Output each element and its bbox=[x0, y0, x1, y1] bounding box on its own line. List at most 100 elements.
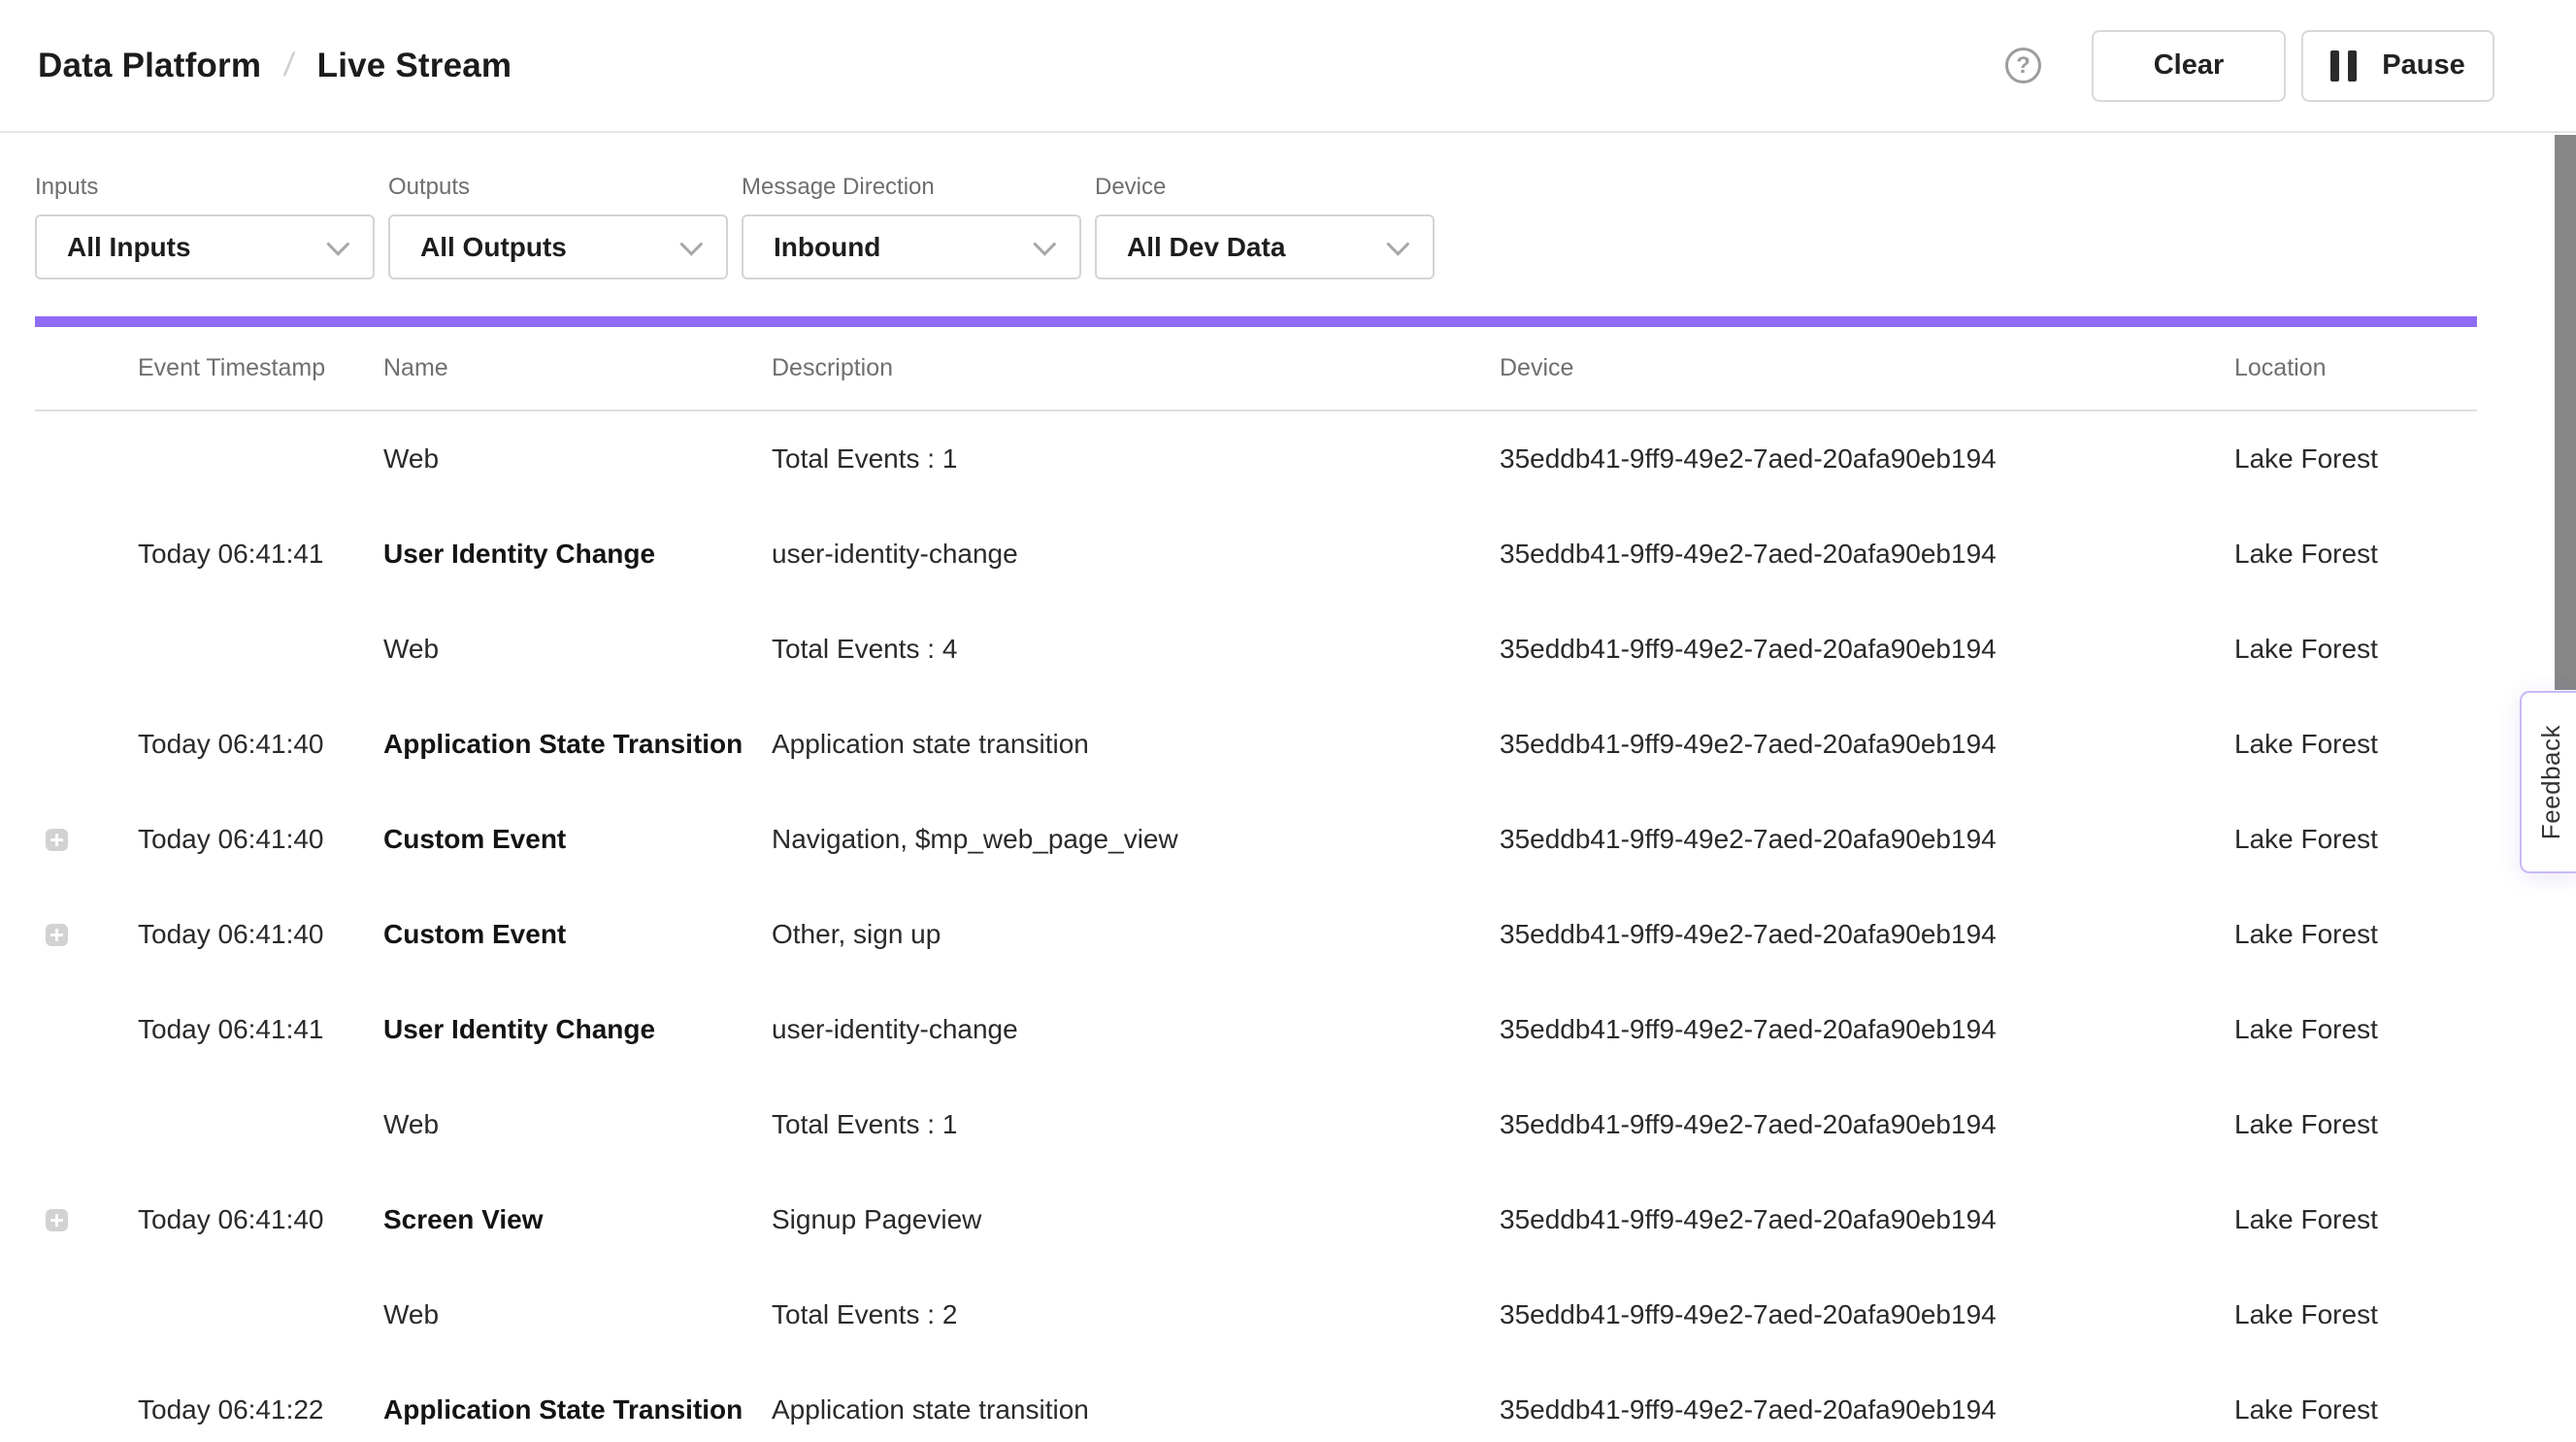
filter-inputs-label: Inputs bbox=[35, 174, 375, 201]
event-description: Application state transition bbox=[772, 1394, 1500, 1426]
event-location: Lake Forest bbox=[2234, 1394, 2477, 1426]
help-icon[interactable]: ? bbox=[2005, 48, 2041, 83]
event-name: Web bbox=[383, 443, 772, 475]
event-timestamp: Today 06:41:40 bbox=[138, 729, 383, 760]
event-device: 35eddb41-9ff9-49e2-7aed-20afa90eb194 bbox=[1500, 1014, 2234, 1045]
event-description: user-identity-change bbox=[772, 539, 1500, 570]
message-direction-select-value: Inbound bbox=[774, 232, 880, 263]
event-location: Lake Forest bbox=[2234, 824, 2477, 855]
expand-plus-icon[interactable] bbox=[46, 924, 68, 946]
feedback-tab-label: Feedback bbox=[2536, 725, 2566, 839]
message-direction-select[interactable]: Inbound bbox=[742, 214, 1081, 279]
topbar-actions: ? Clear Pause bbox=[2005, 30, 2494, 102]
table-row[interactable]: Web Total Events : 1 35eddb41-9ff9-49e2-… bbox=[35, 411, 2477, 507]
event-device: 35eddb41-9ff9-49e2-7aed-20afa90eb194 bbox=[1500, 824, 2234, 855]
event-location: Lake Forest bbox=[2234, 1109, 2477, 1140]
table-row[interactable]: Web Total Events : 1 35eddb41-9ff9-49e2-… bbox=[35, 1077, 2477, 1172]
table-header-row: Event Timestamp Name Description Device … bbox=[35, 327, 2477, 411]
event-timestamp: Today 06:41:40 bbox=[138, 824, 383, 855]
event-location: Lake Forest bbox=[2234, 634, 2477, 665]
clear-button[interactable]: Clear bbox=[2092, 30, 2286, 102]
table-row[interactable]: Web Total Events : 4 35eddb41-9ff9-49e2-… bbox=[35, 602, 2477, 697]
filter-outputs-label: Outputs bbox=[388, 174, 728, 201]
table-row[interactable]: Today 06:41:40 Screen View Signup Pagevi… bbox=[35, 1172, 2477, 1267]
chevron-down-icon bbox=[1386, 233, 1409, 256]
event-timestamp: Today 06:41:41 bbox=[138, 1014, 383, 1045]
table-row[interactable]: Today 06:41:40 Custom Event Navigation, … bbox=[35, 792, 2477, 887]
pause-icon bbox=[2330, 50, 2357, 82]
pause-button[interactable]: Pause bbox=[2301, 30, 2494, 102]
event-device: 35eddb41-9ff9-49e2-7aed-20afa90eb194 bbox=[1500, 1109, 2234, 1140]
event-description: Navigation, $mp_web_page_view bbox=[772, 824, 1500, 855]
event-device: 35eddb41-9ff9-49e2-7aed-20afa90eb194 bbox=[1500, 1299, 2234, 1330]
page-title: Live Stream bbox=[317, 47, 512, 85]
expand-plus-icon[interactable] bbox=[46, 1209, 68, 1231]
event-name: Web bbox=[383, 1109, 772, 1140]
clear-button-label: Clear bbox=[2154, 49, 2225, 82]
column-header-name: Name bbox=[383, 354, 772, 382]
event-description: Total Events : 4 bbox=[772, 634, 1500, 665]
event-location: Lake Forest bbox=[2234, 443, 2477, 475]
event-timestamp: Today 06:41:22 bbox=[138, 1394, 383, 1426]
table-body: Web Total Events : 1 35eddb41-9ff9-49e2-… bbox=[35, 411, 2477, 1442]
column-header-description: Description bbox=[772, 354, 1500, 382]
event-description: Signup Pageview bbox=[772, 1204, 1500, 1235]
table-row[interactable]: Today 06:41:40 Application State Transit… bbox=[35, 697, 2477, 792]
table-row[interactable]: Web Total Events : 2 35eddb41-9ff9-49e2-… bbox=[35, 1267, 2477, 1362]
filter-device-label: Device bbox=[1095, 174, 1435, 201]
event-name: Custom Event bbox=[383, 824, 772, 855]
pause-button-label: Pause bbox=[2382, 49, 2464, 82]
event-device: 35eddb41-9ff9-49e2-7aed-20afa90eb194 bbox=[1500, 539, 2234, 570]
expand-cell bbox=[35, 924, 138, 946]
event-description: Total Events : 1 bbox=[772, 1109, 1500, 1140]
event-name: User Identity Change bbox=[383, 539, 772, 570]
event-location: Lake Forest bbox=[2234, 1014, 2477, 1045]
event-name: User Identity Change bbox=[383, 1014, 772, 1045]
breadcrumb: Data Platform / Live Stream bbox=[38, 47, 512, 85]
chevron-down-icon bbox=[326, 233, 349, 256]
event-description: Other, sign up bbox=[772, 919, 1500, 950]
feedback-tab[interactable]: Feedback bbox=[2520, 691, 2576, 873]
event-device: 35eddb41-9ff9-49e2-7aed-20afa90eb194 bbox=[1500, 919, 2234, 950]
event-name: Application State Transition bbox=[383, 729, 772, 760]
inputs-select[interactable]: All Inputs bbox=[35, 214, 375, 279]
live-stream-table: Event Timestamp Name Description Device … bbox=[35, 327, 2477, 1442]
table-row[interactable]: Today 06:41:22 Application State Transit… bbox=[35, 1362, 2477, 1442]
outputs-select[interactable]: All Outputs bbox=[388, 214, 728, 279]
event-description: Total Events : 2 bbox=[772, 1299, 1500, 1330]
breadcrumb-section[interactable]: Data Platform bbox=[38, 47, 261, 85]
breadcrumb-separator: / bbox=[281, 47, 296, 84]
table-row[interactable]: Today 06:41:41 User Identity Change user… bbox=[35, 982, 2477, 1077]
event-description: Total Events : 1 bbox=[772, 443, 1500, 475]
filter-device: Device All Dev Data bbox=[1095, 174, 1435, 279]
event-device: 35eddb41-9ff9-49e2-7aed-20afa90eb194 bbox=[1500, 443, 2234, 475]
event-description: Application state transition bbox=[772, 729, 1500, 760]
event-description: user-identity-change bbox=[772, 1014, 1500, 1045]
event-timestamp: Today 06:41:40 bbox=[138, 919, 383, 950]
event-name: Application State Transition bbox=[383, 1394, 772, 1426]
event-device: 35eddb41-9ff9-49e2-7aed-20afa90eb194 bbox=[1500, 1204, 2234, 1235]
chevron-down-icon bbox=[1033, 233, 1056, 256]
event-location: Lake Forest bbox=[2234, 919, 2477, 950]
column-header-timestamp: Event Timestamp bbox=[138, 354, 383, 382]
filter-message-direction-label: Message Direction bbox=[742, 174, 1081, 201]
filter-outputs: Outputs All Outputs bbox=[388, 174, 728, 279]
expand-plus-icon[interactable] bbox=[46, 829, 68, 851]
event-timestamp: Today 06:41:40 bbox=[138, 1204, 383, 1235]
top-header-bar: Data Platform / Live Stream ? Clear Paus… bbox=[0, 0, 2576, 133]
event-device: 35eddb41-9ff9-49e2-7aed-20afa90eb194 bbox=[1500, 729, 2234, 760]
chevron-down-icon bbox=[679, 233, 703, 256]
event-location: Lake Forest bbox=[2234, 1204, 2477, 1235]
expand-cell bbox=[35, 829, 138, 851]
vertical-scrollbar-thumb[interactable] bbox=[2555, 135, 2576, 690]
event-name: Screen View bbox=[383, 1204, 772, 1235]
event-device: 35eddb41-9ff9-49e2-7aed-20afa90eb194 bbox=[1500, 1394, 2234, 1426]
event-device: 35eddb41-9ff9-49e2-7aed-20afa90eb194 bbox=[1500, 634, 2234, 665]
table-row[interactable]: Today 06:41:40 Custom Event Other, sign … bbox=[35, 887, 2477, 982]
table-row[interactable]: Today 06:41:41 User Identity Change user… bbox=[35, 507, 2477, 602]
device-select[interactable]: All Dev Data bbox=[1095, 214, 1435, 279]
accent-divider bbox=[35, 316, 2477, 327]
column-header-location: Location bbox=[2234, 354, 2477, 382]
event-timestamp: Today 06:41:41 bbox=[138, 539, 383, 570]
event-name: Web bbox=[383, 634, 772, 665]
